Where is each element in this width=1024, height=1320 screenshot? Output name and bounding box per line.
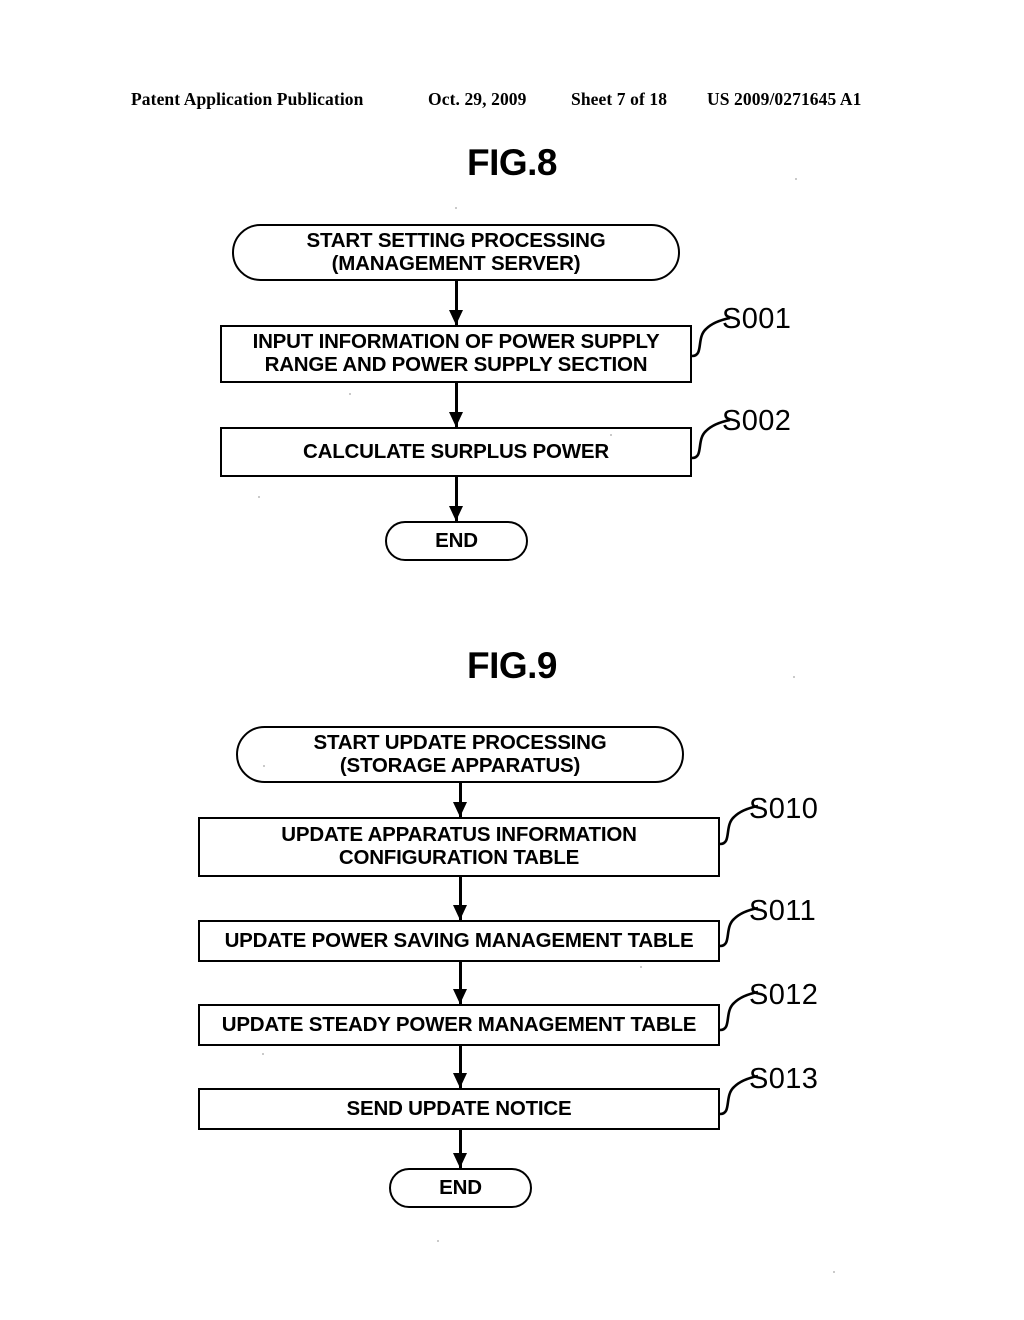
figure-8-title: FIG.8 [466, 142, 558, 183]
header-patent-number: US 2009/0271645 A1 [707, 89, 862, 109]
header-publication-label: Patent Application Publication [131, 89, 364, 109]
scan-speck [833, 1271, 835, 1273]
scan-speck [640, 966, 642, 968]
fig9-step-s012-label: S012 [749, 979, 819, 1011]
scan-speck [795, 178, 797, 180]
fig9-step-s013-label: S013 [749, 1063, 819, 1095]
header-date-label: Oct. 29, 2009 [428, 89, 527, 109]
fig9-step-s011-box: UPDATE POWER SAVING MANAGEMENT TABLE [198, 920, 720, 962]
fig8-step-s002-label: S002 [722, 405, 792, 437]
scan-speck [437, 1240, 439, 1242]
page-header: Patent Application Publication Oct. 29, … [0, 89, 1024, 115]
scan-speck [349, 393, 351, 395]
scan-speck [610, 434, 612, 436]
scan-speck [793, 676, 795, 678]
figure-9-title: FIG.9 [466, 645, 558, 686]
fig8-end-terminal: END [385, 521, 528, 561]
fig9-step-s010-box: UPDATE APPARATUS INFORMATION CONFIGURATI… [198, 817, 720, 877]
fig9-step-s011-label: S011 [749, 895, 817, 927]
fig9-step-s010-label: S010 [749, 793, 819, 825]
fig8-step-s001-box: INPUT INFORMATION OF POWER SUPPLY RANGE … [220, 325, 692, 383]
fig9-step-s013-box: SEND UPDATE NOTICE [198, 1088, 720, 1130]
fig9-step-s012-box: UPDATE STEADY POWER MANAGEMENT TABLE [198, 1004, 720, 1046]
fig8-start-terminal: START SETTING PROCESSING (MANAGEMENT SER… [232, 224, 680, 281]
fig8-step-s001-label: S001 [722, 303, 792, 335]
header-sheet-label: Sheet 7 of 18 [571, 89, 668, 109]
fig9-start-terminal: START UPDATE PROCESSING (STORAGE APPARAT… [236, 726, 684, 783]
scan-speck [262, 1053, 264, 1055]
scan-speck [258, 496, 260, 498]
scan-speck [455, 207, 457, 209]
fig9-end-terminal: END [389, 1168, 532, 1208]
scan-speck [263, 765, 265, 767]
fig8-step-s002-box: CALCULATE SURPLUS POWER [220, 427, 692, 477]
